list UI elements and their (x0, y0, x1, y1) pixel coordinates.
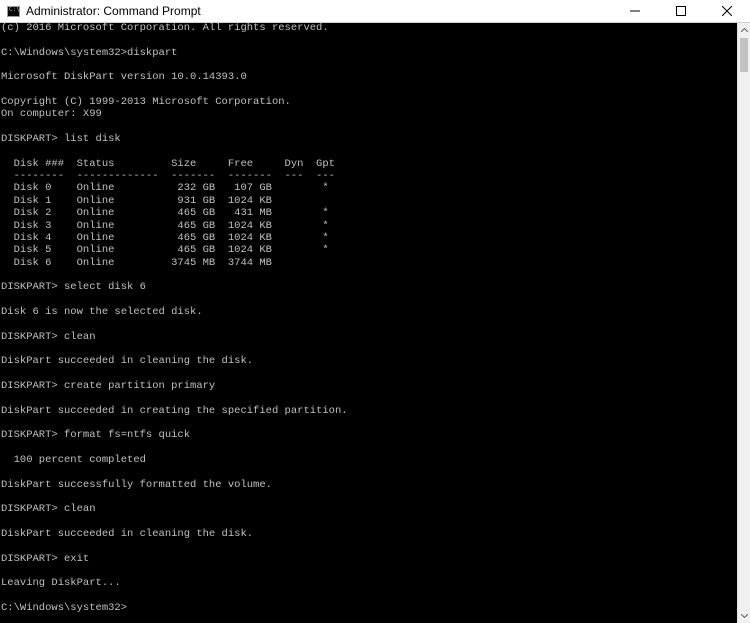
console-line: DISKPART> exit (1, 552, 90, 565)
console-line: On computer: X99 (1, 108, 102, 121)
console-line: Disk 6 Online 3745 MB 3744 MB (1, 256, 272, 269)
console-line: Disk 3 Online 465 GB 1024 KB * (1, 219, 329, 232)
console-line: DISKPART> create partition primary (1, 379, 216, 392)
console-line: DISKPART> clean (1, 503, 96, 516)
chevron-down-icon (740, 614, 748, 618)
scroll-thumb[interactable] (740, 38, 748, 72)
scroll-up-button[interactable] (738, 23, 750, 37)
minimize-button[interactable] (612, 0, 658, 22)
window-title: Administrator: Command Prompt (26, 4, 201, 18)
console-line: 100 percent completed (1, 454, 146, 467)
console-line: Disk 4 Online 465 GB 1024 KB * (1, 231, 329, 244)
console-line: DiskPart succeeded in cleaning the disk. (1, 528, 254, 541)
window-controls (612, 0, 750, 22)
maximize-button[interactable] (658, 0, 704, 22)
console-line: Disk 5 Online 465 GB 1024 KB * (1, 244, 329, 257)
console-line: DiskPart succeeded in cleaning the disk. (1, 355, 254, 368)
vertical-scrollbar[interactable] (737, 23, 750, 623)
console-line: Microsoft DiskPart version 10.0.14393.0 (1, 71, 247, 84)
console-output[interactable]: (c) 2016 Microsoft Corporation. All righ… (0, 23, 737, 623)
console-line: -------- ------------- ------- ------- -… (1, 170, 335, 183)
console-line: Disk 1 Online 931 GB 1024 KB (1, 194, 272, 207)
console-line: Disk 0 Online 232 GB 107 GB * (1, 182, 329, 195)
chevron-up-icon (740, 28, 748, 32)
title-bar[interactable]: Administrator: Command Prompt (0, 0, 750, 23)
command-prompt-window: Administrator: Command Prompt (c) 2016 (0, 0, 750, 623)
cmd-icon (7, 5, 20, 17)
console-line: Disk ### Status Size Free Dyn Gpt (1, 157, 335, 170)
console-line: Disk 2 Online 465 GB 431 MB * (1, 207, 329, 220)
scroll-down-button[interactable] (738, 609, 750, 623)
console-line: C:\Windows\system32> (1, 602, 128, 615)
close-icon (722, 6, 732, 16)
close-button[interactable] (704, 0, 750, 22)
console-line: DISKPART> format fs=ntfs quick (1, 429, 191, 442)
console-line: DiskPart succeeded in creating the speci… (1, 404, 348, 417)
console-line: Leaving DiskPart... (1, 577, 121, 590)
console-line: DISKPART> clean (1, 330, 96, 343)
console-line: (c) 2016 Microsoft Corporation. All righ… (1, 23, 329, 34)
console-line: C:\Windows\system32>diskpart (1, 46, 178, 59)
console-line: DISKPART> list disk (1, 133, 121, 146)
console-line: DiskPart successfully formatted the volu… (1, 478, 272, 491)
console-text: (c) 2016 Microsoft Corporation. All righ… (1, 23, 348, 615)
minimize-icon (630, 10, 640, 12)
console-line: DISKPART> select disk 6 (1, 281, 146, 294)
console-line: Copyright (C) 1999-2013 Microsoft Corpor… (1, 96, 291, 109)
maximize-icon (676, 6, 686, 16)
console-line: Disk 6 is now the selected disk. (1, 305, 203, 318)
